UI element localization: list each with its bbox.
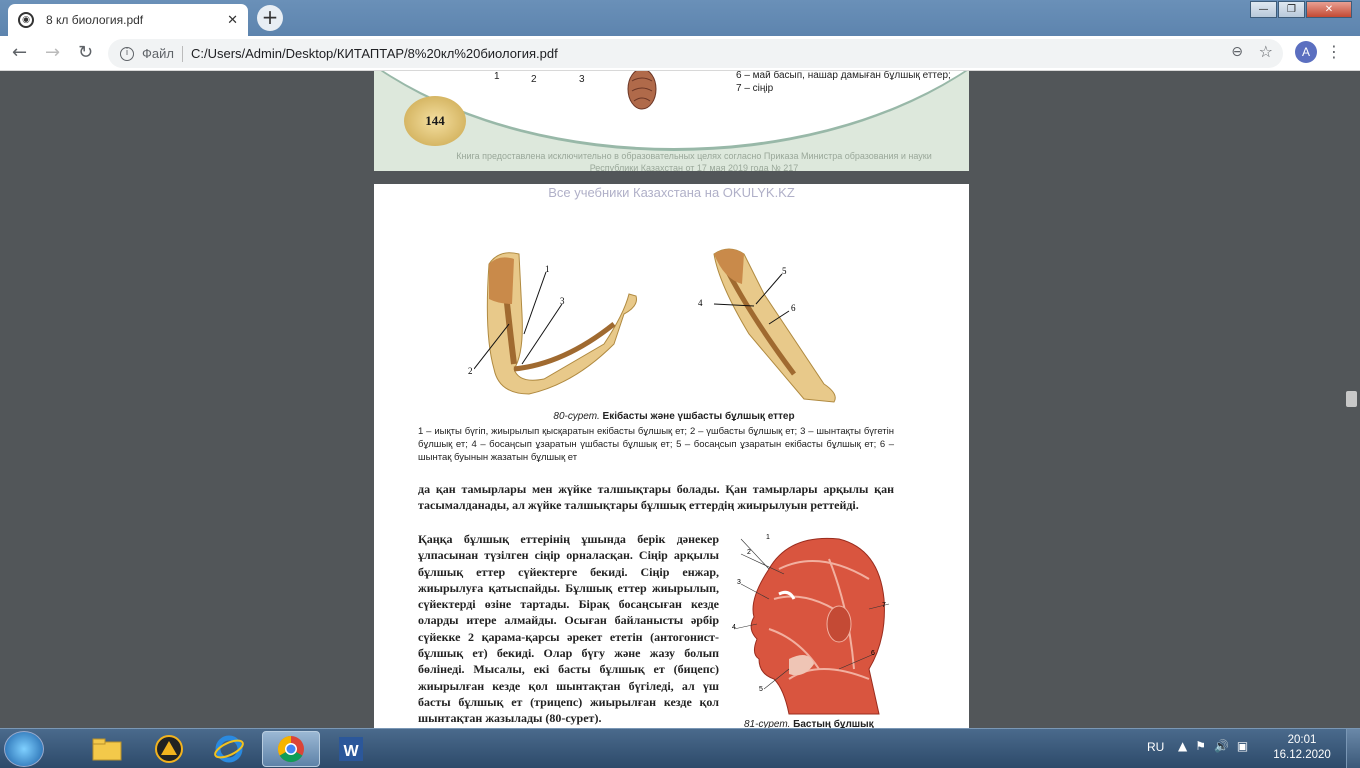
muscle-illustration — [627, 71, 657, 110]
tab-title: 8 кл биология.pdf — [46, 13, 144, 27]
figure-80-legend: 1 – иықты бүгіп, жиырылып қысқаратын екі… — [418, 426, 894, 463]
body-paragraph: Қаңқа бұлшық еттерінің ұшында берік дәне… — [418, 532, 719, 726]
chrome-icon — [277, 735, 304, 763]
figure-label: 1 — [494, 71, 500, 82]
media-player-taskbar-button[interactable] — [140, 731, 198, 767]
address-bar[interactable]: i Файл C:/Users/Admin/Desktop/КИТАПТАР/8… — [108, 39, 1283, 68]
omnibox-divider — [181, 45, 183, 62]
clock[interactable]: 20:01 16.12.2020 — [1270, 733, 1334, 763]
pdf-scrollbar[interactable] — [1343, 71, 1360, 728]
profile-avatar[interactable]: A — [1295, 41, 1317, 63]
figure-title: Екібасты және үшбасты бұлшық еттер — [602, 411, 795, 422]
figure-label: 3 — [560, 296, 565, 306]
arm-muscles-figure — [474, 248, 836, 403]
info-icon[interactable]: i — [120, 46, 134, 61]
browser-toolbar: ← → ↻ i Файл C:/Users/Admin/Desktop/КИТА… — [0, 36, 1360, 71]
language-indicator[interactable]: RU — [1147, 740, 1164, 754]
clock-date: 16.12.2020 — [1273, 749, 1331, 761]
page-number-badge: 144 — [404, 96, 466, 146]
tray-icons[interactable]: ▲⚑🔊▣ — [1178, 739, 1256, 753]
pdf-page-144: 1 2 3 6 – май басып, нашар дамыған бұлшы… — [374, 71, 969, 171]
figure-label: 5 — [782, 266, 787, 276]
reload-icon[interactable]: ↻ — [78, 42, 93, 63]
figure-label: 4 — [698, 298, 703, 308]
figure-label: 6 — [791, 303, 796, 313]
figure-label: 1 — [545, 264, 550, 274]
zoom-icon[interactable]: ⊖ — [1231, 44, 1243, 60]
word-icon: W — [339, 737, 363, 761]
figure-label: 4 — [732, 624, 736, 631]
folder-icon — [92, 738, 122, 761]
figure-label: 6 — [871, 650, 875, 657]
svg-text:W: W — [343, 743, 359, 760]
new-tab-button[interactable]: + — [257, 5, 283, 31]
back-arrow-icon[interactable]: ← — [12, 42, 27, 63]
figure-label: 3 — [579, 74, 585, 85]
body-paragraph: да қан тамырлары мен жүйке талшықтары бо… — [418, 482, 894, 513]
start-button[interactable] — [4, 731, 44, 767]
tab-close-button[interactable]: ✕ — [227, 13, 238, 28]
tab-active[interactable]: ◉ 8 кл биология.pdf ✕ — [8, 4, 248, 36]
figure-label: 2 — [468, 366, 473, 376]
media-player-icon — [155, 735, 183, 763]
scrollbar-thumb[interactable] — [1346, 391, 1357, 407]
head-muscles-figure — [733, 537, 890, 715]
title-bar: ◉ 8 кл биология.pdf ✕ + — ❐ ✕ — [0, 0, 1360, 36]
internet-explorer-taskbar-button[interactable] — [200, 731, 258, 767]
figure-label: 2 — [747, 549, 751, 556]
window-controls: — ❐ ✕ — [1249, 1, 1352, 18]
figure-label: 3 — [737, 579, 741, 586]
figure-number: 80-сурет. — [553, 411, 600, 422]
chrome-taskbar-button[interactable] — [262, 731, 320, 767]
minimize-button[interactable]: — — [1250, 1, 1277, 18]
figure-label: 1 — [766, 534, 770, 541]
explorer-taskbar-button[interactable] — [78, 731, 136, 767]
close-window-button[interactable]: ✕ — [1306, 1, 1352, 18]
figure-80-caption: 80-сурет. Екібасты және үшбасты бұлшық е… — [414, 411, 934, 422]
maximize-button[interactable]: ❐ — [1278, 1, 1305, 18]
globe-icon: ◉ — [18, 12, 34, 28]
figure-caption: 6 – май басып, нашар дамыған бұлшық етте… — [736, 71, 951, 94]
forward-arrow-icon[interactable]: → — [45, 42, 60, 63]
page-footer-notice: Книга предоставлена исключительно в обра… — [456, 151, 932, 171]
watermark-text: Все учебники Казахстана на OKULYK.KZ — [548, 185, 795, 200]
show-desktop-button[interactable] — [1346, 729, 1360, 768]
figure-label: 7 — [882, 602, 886, 609]
omnibox-scheme-label: Файл — [142, 46, 174, 61]
bookmark-star-icon[interactable]: ☆ — [1259, 42, 1273, 61]
word-taskbar-button[interactable]: W — [322, 731, 380, 767]
browser-menu-icon[interactable]: ⋮ — [1326, 42, 1342, 61]
internet-explorer-icon — [214, 735, 244, 763]
figure-label: 5 — [759, 686, 763, 693]
figure-label: 2 — [531, 74, 537, 85]
url-text[interactable]: C:/Users/Admin/Desktop/КИТАПТАР/8%20кл%2… — [191, 46, 558, 61]
windows-taskbar: W RU ▲⚑🔊▣ 20:01 16.12.2020 — [0, 728, 1360, 768]
pdf-page-145: Все учебники Казахстана на OKULYK.KZ 1 2… — [374, 184, 969, 744]
clock-time: 20:01 — [1287, 734, 1317, 746]
